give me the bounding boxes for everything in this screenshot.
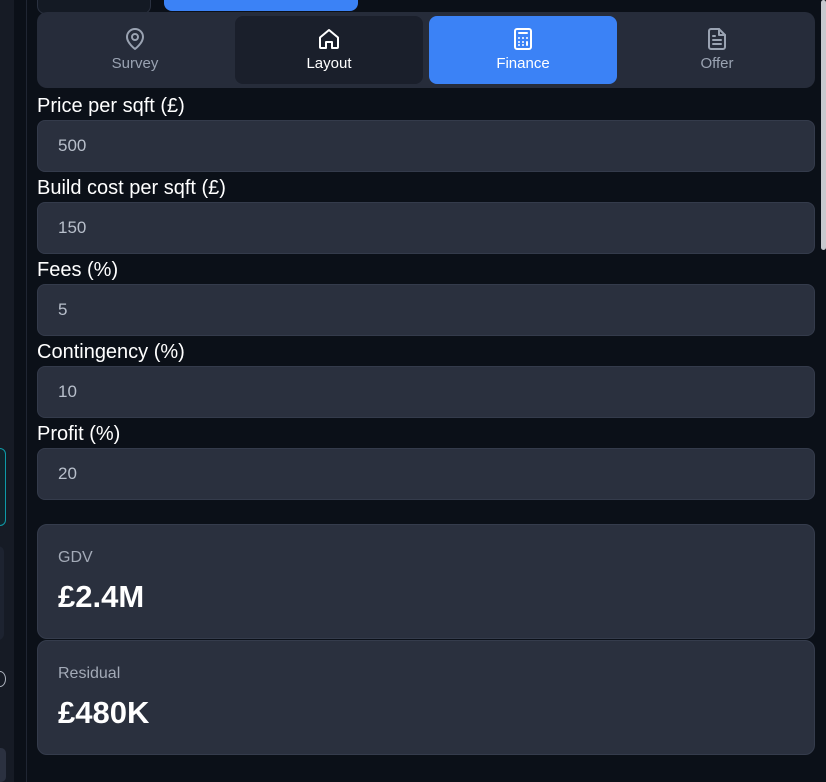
residual-card: Residual £480K bbox=[37, 640, 815, 755]
sidebar-active-card[interactable] bbox=[0, 448, 6, 526]
sidebar-circle-button[interactable] bbox=[0, 671, 6, 687]
app-window: Survey Layout Finance Offer Price per sq… bbox=[0, 0, 826, 782]
tab-finance[interactable]: Finance bbox=[429, 16, 617, 84]
fees-label: Fees (%) bbox=[37, 259, 119, 281]
contingency-input[interactable] bbox=[37, 366, 815, 418]
residual-label: Residual bbox=[58, 665, 121, 682]
residual-value: £480K bbox=[58, 695, 150, 730]
gdv-label: GDV bbox=[58, 549, 93, 566]
build-cost-per-sqft-label: Build cost per sqft (£) bbox=[37, 177, 226, 199]
scrollbar[interactable] bbox=[816, 0, 826, 782]
gdv-card: GDV £2.4M bbox=[37, 524, 815, 639]
finance-form: Price per sqft (£) Build cost per sqft (… bbox=[37, 90, 815, 501]
profit-label: Profit (%) bbox=[37, 423, 121, 445]
tab-layout[interactable]: Layout bbox=[235, 16, 423, 84]
top-primary-button[interactable] bbox=[164, 0, 358, 11]
tab-bar: Survey Layout Finance Offer bbox=[37, 12, 815, 88]
tab-offer[interactable]: Offer bbox=[623, 16, 811, 84]
panel-divider bbox=[26, 0, 27, 782]
left-sidebar bbox=[0, 0, 14, 782]
gdv-value: £2.4M bbox=[58, 579, 145, 614]
contingency-label: Contingency (%) bbox=[37, 341, 185, 363]
sidebar-card[interactable] bbox=[0, 546, 4, 640]
price-per-sqft-input[interactable] bbox=[37, 120, 815, 172]
home-icon bbox=[319, 29, 339, 49]
sidebar-bottom-card[interactable] bbox=[0, 748, 6, 782]
tab-label: Survey bbox=[111, 55, 159, 72]
document-icon bbox=[708, 28, 726, 50]
tab-label: Finance bbox=[496, 55, 550, 72]
scrollbar-thumb[interactable] bbox=[821, 0, 826, 250]
profit-input[interactable] bbox=[37, 448, 815, 500]
tab-label: Offer bbox=[700, 55, 734, 72]
calculator-icon bbox=[514, 28, 532, 50]
map-pin-icon bbox=[126, 28, 144, 50]
fees-input[interactable] bbox=[37, 284, 815, 336]
tab-label: Layout bbox=[306, 55, 352, 72]
price-per-sqft-label: Price per sqft (£) bbox=[37, 95, 185, 117]
tab-survey[interactable]: Survey bbox=[41, 16, 229, 84]
build-cost-per-sqft-input[interactable] bbox=[37, 202, 815, 254]
